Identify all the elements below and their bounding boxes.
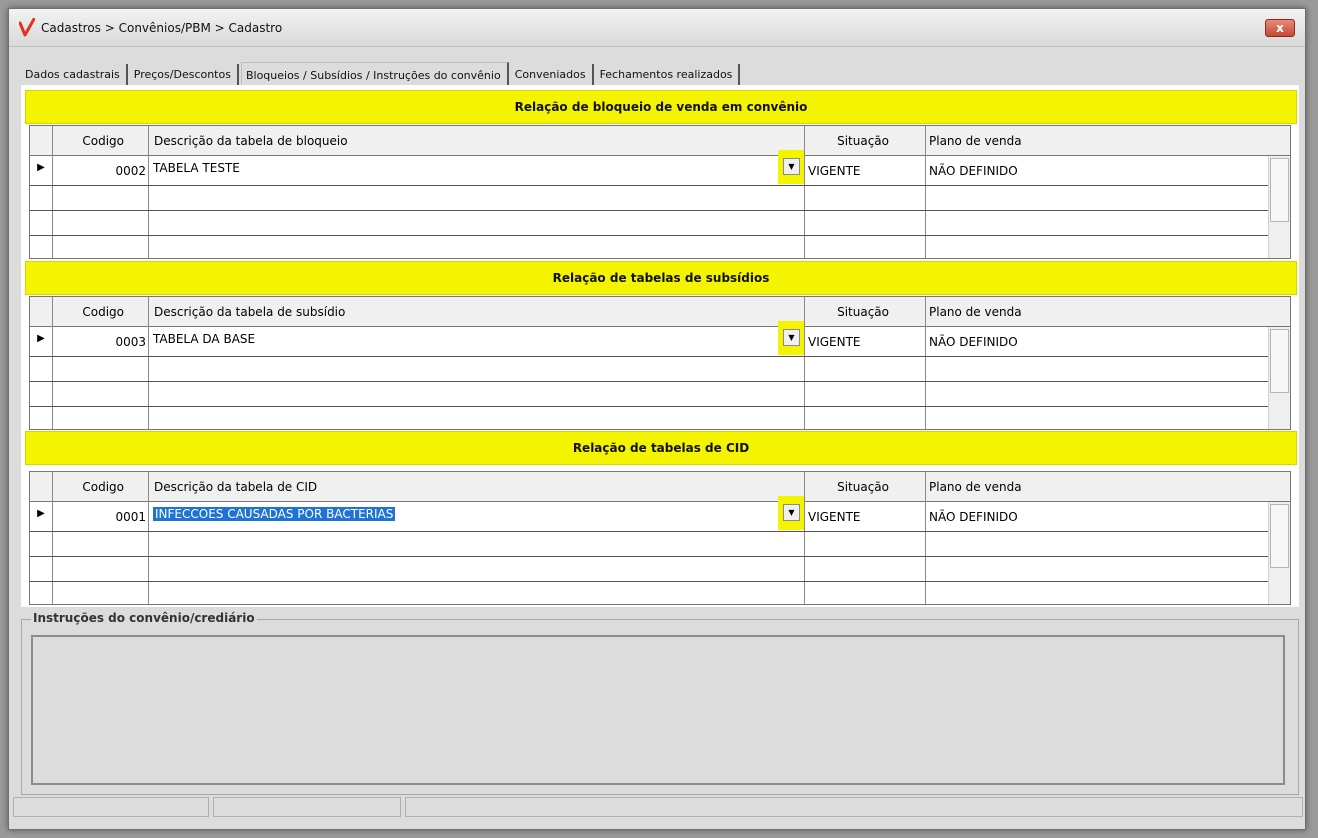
status-panel-2	[213, 797, 401, 817]
column-header-descricao[interactable]: Descrição da tabela de CID	[154, 476, 754, 501]
instructions-textarea[interactable]	[31, 635, 1285, 785]
status-panel-3	[405, 797, 1303, 817]
section-title-cid: Relação de tabelas de CID	[25, 431, 1297, 465]
column-header-descricao[interactable]: Descrição da tabela de subsídio	[154, 301, 754, 326]
section-title-subsidio: Relação de tabelas de subsídios	[25, 261, 1297, 295]
main-window: Cadastros > Convênios/PBM > Cadastro x D…	[8, 8, 1306, 830]
window-title: Cadastros > Convênios/PBM > Cadastro	[41, 21, 283, 35]
row-indicator-icon: ▶	[37, 333, 45, 344]
vertical-scrollbar[interactable]	[1268, 156, 1290, 258]
vertical-scrollbar[interactable]	[1268, 327, 1290, 429]
dropdown-button-bloqueio[interactable]: ▼	[778, 150, 804, 184]
vertical-scrollbar[interactable]	[1268, 502, 1290, 604]
dropdown-button-subsidio[interactable]: ▼	[778, 321, 804, 355]
cell-situacao[interactable]: VIGENTE	[808, 160, 918, 185]
column-header-plano[interactable]: Plano de venda	[929, 301, 1229, 326]
column-header-plano[interactable]: Plano de venda	[929, 476, 1229, 501]
status-bar	[13, 795, 1303, 819]
app-logo-icon	[19, 18, 35, 37]
instructions-groupbox: Instruções do convênio/crediário	[21, 609, 1299, 795]
close-button[interactable]: x	[1265, 19, 1295, 37]
scroll-thumb[interactable]	[1270, 158, 1289, 222]
row-indicator-icon: ▶	[37, 508, 45, 519]
cell-plano[interactable]: NÃO DEFINIDO	[929, 160, 1229, 185]
cell-descricao[interactable]: TABELA TESTE	[153, 157, 753, 182]
cell-codigo[interactable]: 0002	[54, 160, 146, 185]
cell-plano[interactable]: NÃO DEFINIDO	[929, 331, 1229, 356]
grid-bloqueio: Codigo Descrição da tabela de bloqueio S…	[29, 125, 1291, 259]
column-header-descricao[interactable]: Descrição da tabela de bloqueio	[154, 130, 754, 155]
cell-codigo[interactable]: 0003	[54, 331, 146, 356]
cell-situacao[interactable]: VIGENTE	[808, 506, 918, 531]
column-header-situacao[interactable]: Situação	[806, 476, 924, 501]
grid-cid: Codigo Descrição da tabela de CID Situaç…	[29, 471, 1291, 605]
tab-dados-cadastrais[interactable]: Dados cadastrais	[21, 64, 128, 85]
scroll-thumb[interactable]	[1270, 329, 1289, 393]
status-panel-1	[13, 797, 209, 817]
dropdown-button-cid[interactable]: ▼	[778, 496, 804, 530]
chevron-down-icon: ▼	[783, 158, 800, 175]
scroll-thumb[interactable]	[1270, 504, 1289, 568]
cell-plano[interactable]: NÃO DEFINIDO	[929, 506, 1229, 531]
instructions-legend: Instruções do convênio/crediário	[31, 611, 257, 625]
title-bar: Cadastros > Convênios/PBM > Cadastro x	[9, 9, 1305, 47]
tab-precos-descontos[interactable]: Preços/Descontos	[130, 64, 239, 85]
cell-descricao[interactable]: INFECCOES CAUSADAS POR BACTERIAS	[153, 503, 773, 528]
chevron-down-icon: ▼	[783, 329, 800, 346]
cell-situacao[interactable]: VIGENTE	[808, 331, 918, 356]
column-header-plano[interactable]: Plano de venda	[929, 130, 1229, 155]
grid-subsidio: Codigo Descrição da tabela de subsídio S…	[29, 296, 1291, 430]
column-header-situacao[interactable]: Situação	[806, 301, 924, 326]
row-indicator-icon: ▶	[37, 162, 45, 173]
column-header-codigo[interactable]: Codigo	[54, 476, 148, 501]
tab-strip: Dados cadastrais Preços/Descontos Bloque…	[21, 61, 742, 86]
section-title-bloqueio: Relação de bloqueio de venda em convênio	[25, 90, 1297, 124]
cell-codigo[interactable]: 0001	[54, 506, 146, 531]
close-icon: x	[1276, 21, 1284, 35]
chevron-down-icon: ▼	[783, 504, 800, 521]
column-header-codigo[interactable]: Codigo	[54, 130, 148, 155]
cell-descricao[interactable]: TABELA DA BASE	[153, 328, 753, 353]
tab-content-panel: Relação de bloqueio de venda em convênio…	[21, 85, 1299, 607]
tab-bloqueios-subsidios[interactable]: Bloqueios / Subsídios / Instruções do co…	[240, 62, 509, 86]
tab-conveniados[interactable]: Conveniados	[511, 64, 594, 85]
tab-fechamentos[interactable]: Fechamentos realizados	[596, 64, 741, 85]
selected-text[interactable]: INFECCOES CAUSADAS POR BACTERIAS	[153, 507, 396, 521]
column-header-codigo[interactable]: Codigo	[54, 301, 148, 326]
column-header-situacao[interactable]: Situação	[806, 130, 924, 155]
